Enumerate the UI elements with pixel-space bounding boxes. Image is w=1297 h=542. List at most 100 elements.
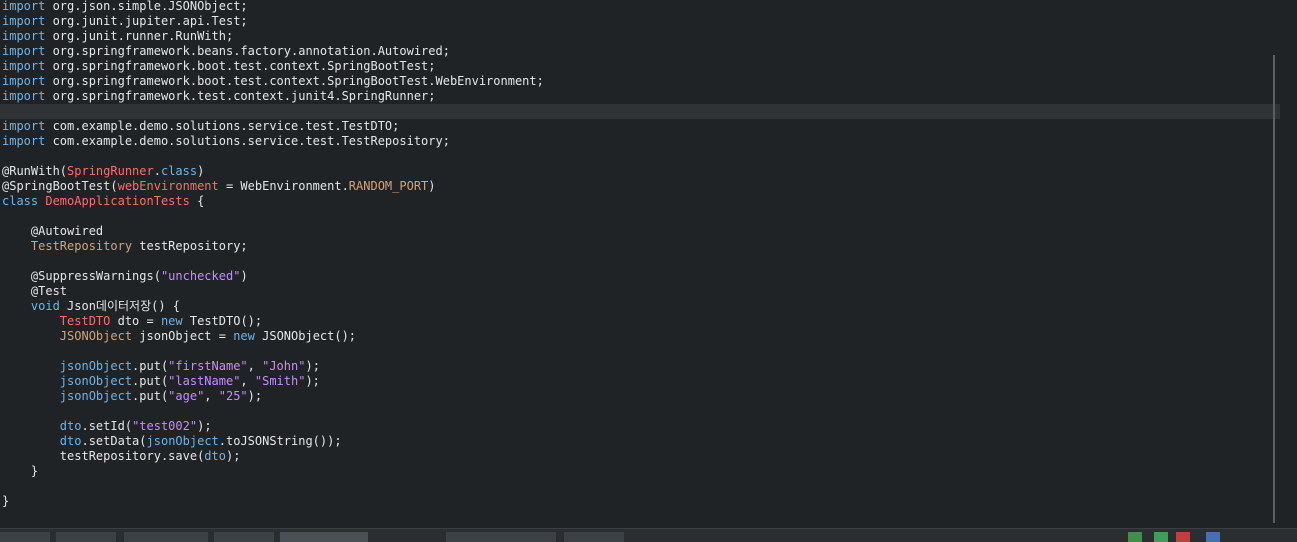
code-token: org.springframework.boot.test.context.Sp…	[45, 74, 544, 88]
code-line[interactable]: testRepository.save(dto);	[2, 449, 241, 464]
code-line[interactable]: jsonObject.put("age", "25");	[2, 389, 262, 404]
code-token: jsonObject	[59, 374, 133, 388]
code-line[interactable]: import com.example.demo.solutions.servic…	[2, 119, 399, 134]
code-token: "firstName"	[168, 359, 248, 373]
code-token: SpringRunner	[67, 164, 154, 178]
code-token: webEnvironment	[117, 179, 219, 193]
code-token: @Autowired	[2, 224, 104, 238]
code-token: import	[2, 14, 46, 28]
code-editor[interactable]: import org.json.simple.JSONObject; import…	[0, 0, 1285, 528]
code-line[interactable]: TestRepository testRepository;	[2, 239, 248, 254]
code-line[interactable]: @RunWith(SpringRunner.class)	[2, 164, 204, 179]
code-line[interactable]: dto.setData(jsonObject.toJSONString());	[2, 434, 342, 449]
code-token: jsonObject	[59, 359, 133, 373]
code-token: "Smith"	[254, 374, 306, 388]
code-token: TestDTO	[59, 314, 111, 328]
code-line[interactable]: dto.setId("test002");	[2, 419, 212, 434]
code-token: JSONObject	[59, 329, 133, 343]
code-token: "unchecked"	[160, 269, 241, 283]
code-line[interactable]: }	[2, 464, 38, 479]
code-line[interactable]: import org.springframework.boot.test.con…	[2, 59, 436, 74]
code-token: "John"	[262, 359, 306, 373]
code-token: import	[2, 29, 46, 43]
code-token: new	[160, 314, 183, 328]
code-line[interactable]: import org.springframework.test.context.…	[2, 89, 436, 104]
code-line[interactable]: }	[2, 494, 9, 509]
code-token: }	[2, 464, 39, 478]
code-token: dto	[59, 419, 82, 433]
code-token: org.springframework.beans.factory.annota…	[45, 44, 450, 58]
code-token: RANDOM_PORT	[348, 179, 429, 193]
code-token: "25"	[218, 389, 248, 403]
code-token: );	[197, 419, 212, 433]
code-token: .setData(	[81, 434, 147, 448]
code-token: );	[305, 359, 320, 373]
code-token: TestDTO();	[182, 314, 263, 328]
code-token: org.junit.runner.RunWith;	[45, 29, 234, 43]
code-token: )	[240, 269, 248, 283]
code-line[interactable]: import org.springframework.beans.factory…	[2, 44, 450, 59]
code-token: .toJSONString());	[218, 434, 342, 448]
code-token: TestRepository	[30, 239, 133, 253]
taskbar	[0, 528, 1297, 542]
code-token: com.example.demo.solutions.service.test.…	[45, 119, 400, 133]
code-token: jsonObject	[59, 389, 133, 403]
code-line[interactable]: @Test	[2, 284, 67, 299]
code-line[interactable]: import org.junit.runner.RunWith;	[2, 29, 233, 44]
code-token: dto	[204, 449, 226, 463]
code-token: class	[2, 194, 39, 208]
code-token: org.json.simple.JSONObject;	[45, 0, 248, 13]
code-token: testRepository;	[132, 239, 248, 253]
code-token: = WebEnvironment.	[218, 179, 349, 193]
code-token: ,	[204, 389, 219, 403]
code-line[interactable]: jsonObject.put("firstName", "John");	[2, 359, 320, 374]
code-token: .put(	[132, 389, 169, 403]
code-line[interactable]: import org.junit.jupiter.api.Test;	[2, 14, 248, 29]
code-token: dto	[59, 434, 82, 448]
code-token: )	[197, 164, 205, 178]
code-line[interactable]: @SuppressWarnings("unchecked")	[2, 269, 248, 284]
code-line[interactable]: JSONObject jsonObject = new JSONObject()…	[2, 329, 356, 344]
code-token: dto =	[110, 314, 161, 328]
code-line[interactable]: void Json데이터저장() {	[2, 299, 180, 314]
code-token: @RunWith(	[2, 164, 68, 178]
code-token: Json데이터저장() {	[59, 299, 181, 313]
code-token: "age"	[168, 389, 205, 403]
code-token: import	[2, 0, 46, 13]
code-line[interactable]: jsonObject.put("lastName", "Smith");	[2, 374, 320, 389]
vertical-scrollbar[interactable]	[1273, 55, 1275, 523]
code-token: org.springframework.boot.test.context.Sp…	[45, 59, 436, 73]
code-line[interactable]: import com.example.demo.solutions.servic…	[2, 134, 450, 149]
code-line[interactable]: @SpringBootTest(webEnvironment = WebEnvi…	[2, 179, 436, 194]
code-token: .put(	[132, 359, 169, 373]
code-token: testRepository.save(	[2, 449, 205, 463]
current-line-highlight	[0, 104, 1280, 119]
code-token: .put(	[132, 374, 169, 388]
code-token: );	[305, 374, 320, 388]
code-token: import	[2, 119, 46, 133]
code-line[interactable]: import org.springframework.boot.test.con…	[2, 74, 544, 89]
code-token: }	[2, 494, 10, 508]
code-token: void	[30, 299, 60, 313]
code-token: );	[225, 449, 241, 463]
code-token: com.example.demo.solutions.service.test.…	[45, 134, 450, 148]
code-token: )	[428, 179, 436, 193]
code-line[interactable]: class DemoApplicationTests {	[2, 194, 204, 209]
code-token: ,	[240, 374, 255, 388]
code-line[interactable]: import org.json.simple.JSONObject;	[2, 0, 248, 14]
code-line[interactable]: TestDTO dto = new TestDTO();	[2, 314, 262, 329]
code-token: {	[189, 194, 205, 208]
code-token: "lastName"	[168, 374, 241, 388]
code-token: import	[2, 59, 46, 73]
code-token: new	[233, 329, 255, 343]
code-line[interactable]: @Autowired	[2, 224, 103, 239]
code-token: @Test	[2, 284, 68, 298]
code-token: class	[160, 164, 198, 178]
code-token: import	[2, 74, 46, 88]
